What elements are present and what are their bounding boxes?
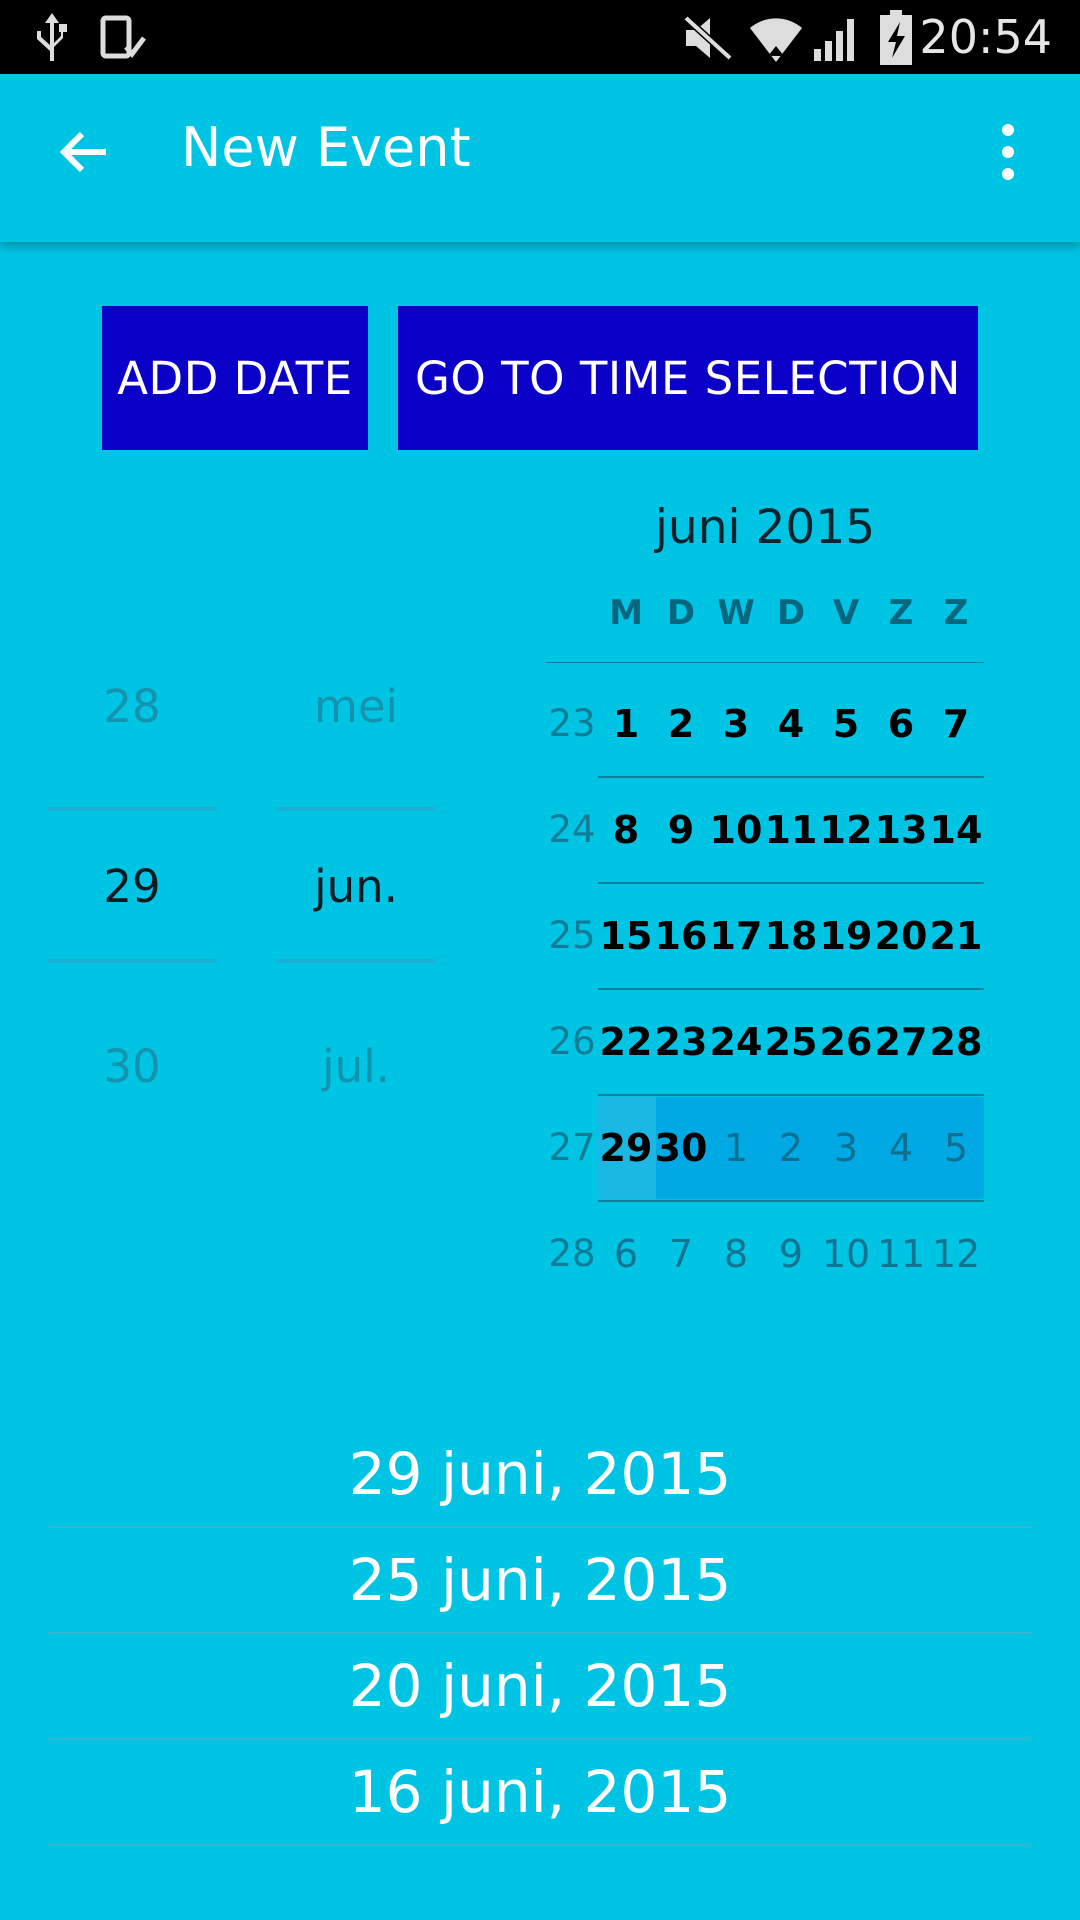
picker-day-current[interactable]: 29 xyxy=(48,860,216,913)
picker-month-next[interactable]: jul. xyxy=(276,1040,436,1093)
calendar-day[interactable]: 27 xyxy=(873,1020,929,1064)
calendar-header-divider xyxy=(546,662,984,663)
calendar-day[interactable]: 12 xyxy=(928,1232,984,1276)
week-divider xyxy=(598,1094,984,1096)
calendar-day[interactable]: 19 xyxy=(818,914,874,958)
weekday-header: W xyxy=(717,593,755,633)
calendar-month-title: juni 2015 xyxy=(654,500,876,555)
go-to-time-selection-button[interactable]: GO TO TIME SELECTION xyxy=(398,306,978,450)
calendar-day[interactable]: 30 xyxy=(653,1126,709,1170)
screenshot-icon xyxy=(98,10,148,66)
week-number: 25 xyxy=(548,914,596,957)
add-date-button[interactable]: ADD DATE xyxy=(102,306,368,450)
calendar-day[interactable]: 20 xyxy=(873,914,929,958)
arrow-back-icon[interactable] xyxy=(56,124,112,180)
week-divider xyxy=(598,882,984,884)
calendar-day[interactable]: 5 xyxy=(928,1126,984,1170)
more-vert-icon[interactable] xyxy=(988,114,1028,190)
battery-charging-icon xyxy=(876,10,916,66)
calendar-day[interactable]: 22 xyxy=(598,1020,654,1064)
status-bar: 20:54 xyxy=(0,0,1080,74)
week-divider xyxy=(598,988,984,990)
calendar-day[interactable]: 1 xyxy=(708,1126,764,1170)
weekday-header: D xyxy=(666,593,696,633)
week-divider xyxy=(598,776,984,778)
calendar-day[interactable]: 28 xyxy=(928,1020,984,1064)
calendar-day[interactable]: 24 xyxy=(708,1020,764,1064)
picker-month-current[interactable]: jun. xyxy=(276,860,436,913)
calendar-day[interactable]: 7 xyxy=(928,702,984,746)
calendar-day[interactable]: 4 xyxy=(763,702,819,746)
calendar-day[interactable]: 16 xyxy=(653,914,709,958)
picker-divider xyxy=(276,959,436,963)
calendar-day[interactable]: 10 xyxy=(708,808,764,852)
day-picker[interactable]: 28 29 30 xyxy=(48,640,216,1120)
calendar-day[interactable]: 14 xyxy=(928,808,984,852)
calendar-day[interactable]: 25 xyxy=(763,1020,819,1064)
month-picker[interactable]: mei jun. jul. xyxy=(276,640,436,1120)
weekday-header: Z xyxy=(943,593,969,633)
calendar-day[interactable]: 12 xyxy=(818,808,874,852)
calendar-day[interactable]: 5 xyxy=(818,702,874,746)
calendar-day[interactable]: 7 xyxy=(653,1232,709,1276)
calendar-day[interactable]: 1 xyxy=(598,702,654,746)
calendar-day[interactable]: 21 xyxy=(928,914,984,958)
weekday-header: Z xyxy=(888,593,914,633)
app-bar: New Event xyxy=(0,74,1080,242)
calendar-day[interactable]: 4 xyxy=(873,1126,929,1170)
week-number: 23 xyxy=(548,702,596,745)
calendar-day[interactable]: 9 xyxy=(763,1232,819,1276)
list-divider xyxy=(48,1738,1032,1740)
calendar-day[interactable]: 6 xyxy=(598,1232,654,1276)
picker-month-prev[interactable]: mei xyxy=(276,680,436,733)
date-list-item[interactable]: 20 juni, 2015 xyxy=(48,1652,1032,1720)
list-divider xyxy=(48,1526,1032,1528)
week-divider xyxy=(598,1200,984,1202)
picker-day-prev[interactable]: 28 xyxy=(48,680,216,733)
calendar-day[interactable]: 3 xyxy=(708,702,764,746)
calendar-day[interactable]: 11 xyxy=(873,1232,929,1276)
date-list-item[interactable]: 25 juni, 2015 xyxy=(48,1546,1032,1614)
calendar-day[interactable]: 13 xyxy=(873,808,929,852)
calendar-day[interactable]: 2 xyxy=(653,702,709,746)
calendar-day[interactable]: 8 xyxy=(598,808,654,852)
weekday-header: D xyxy=(776,593,806,633)
weekday-header: M xyxy=(609,593,643,633)
picker-divider xyxy=(48,959,216,963)
calendar-day[interactable]: 3 xyxy=(818,1126,874,1170)
calendar-day[interactable]: 9 xyxy=(653,808,709,852)
usb-icon xyxy=(30,10,74,66)
signal-icon xyxy=(808,10,862,66)
page-title: New Event xyxy=(181,116,471,179)
calendar-day[interactable]: 26 xyxy=(818,1020,874,1064)
picker-day-next[interactable]: 30 xyxy=(48,1040,216,1093)
calendar-day[interactable]: 23 xyxy=(653,1020,709,1064)
list-divider xyxy=(48,1632,1032,1634)
mute-icon xyxy=(680,10,736,66)
week-number: 27 xyxy=(548,1126,596,1169)
list-divider xyxy=(48,1844,1032,1846)
calendar-day[interactable]: 11 xyxy=(763,808,819,852)
week-number: 28 xyxy=(548,1232,596,1275)
calendar-day[interactable]: 6 xyxy=(873,702,929,746)
week-number: 26 xyxy=(548,1020,596,1063)
calendar-day[interactable]: 15 xyxy=(598,914,654,958)
calendar-day[interactable]: 10 xyxy=(818,1232,874,1276)
wifi-icon xyxy=(746,10,806,66)
calendar-day[interactable]: 2 xyxy=(763,1126,819,1170)
date-list-item[interactable]: 29 juni, 2015 xyxy=(48,1440,1032,1508)
clock: 20:54 xyxy=(919,10,1052,64)
calendar-day[interactable]: 29 xyxy=(598,1126,654,1170)
week-number: 24 xyxy=(548,808,596,851)
weekday-header: V xyxy=(832,593,860,633)
picker-divider xyxy=(276,807,436,811)
calendar-day[interactable]: 18 xyxy=(763,914,819,958)
calendar-day[interactable]: 8 xyxy=(708,1232,764,1276)
picker-divider xyxy=(48,807,216,811)
date-list-item[interactable]: 16 juni, 2015 xyxy=(48,1758,1032,1826)
calendar-day[interactable]: 17 xyxy=(708,914,764,958)
